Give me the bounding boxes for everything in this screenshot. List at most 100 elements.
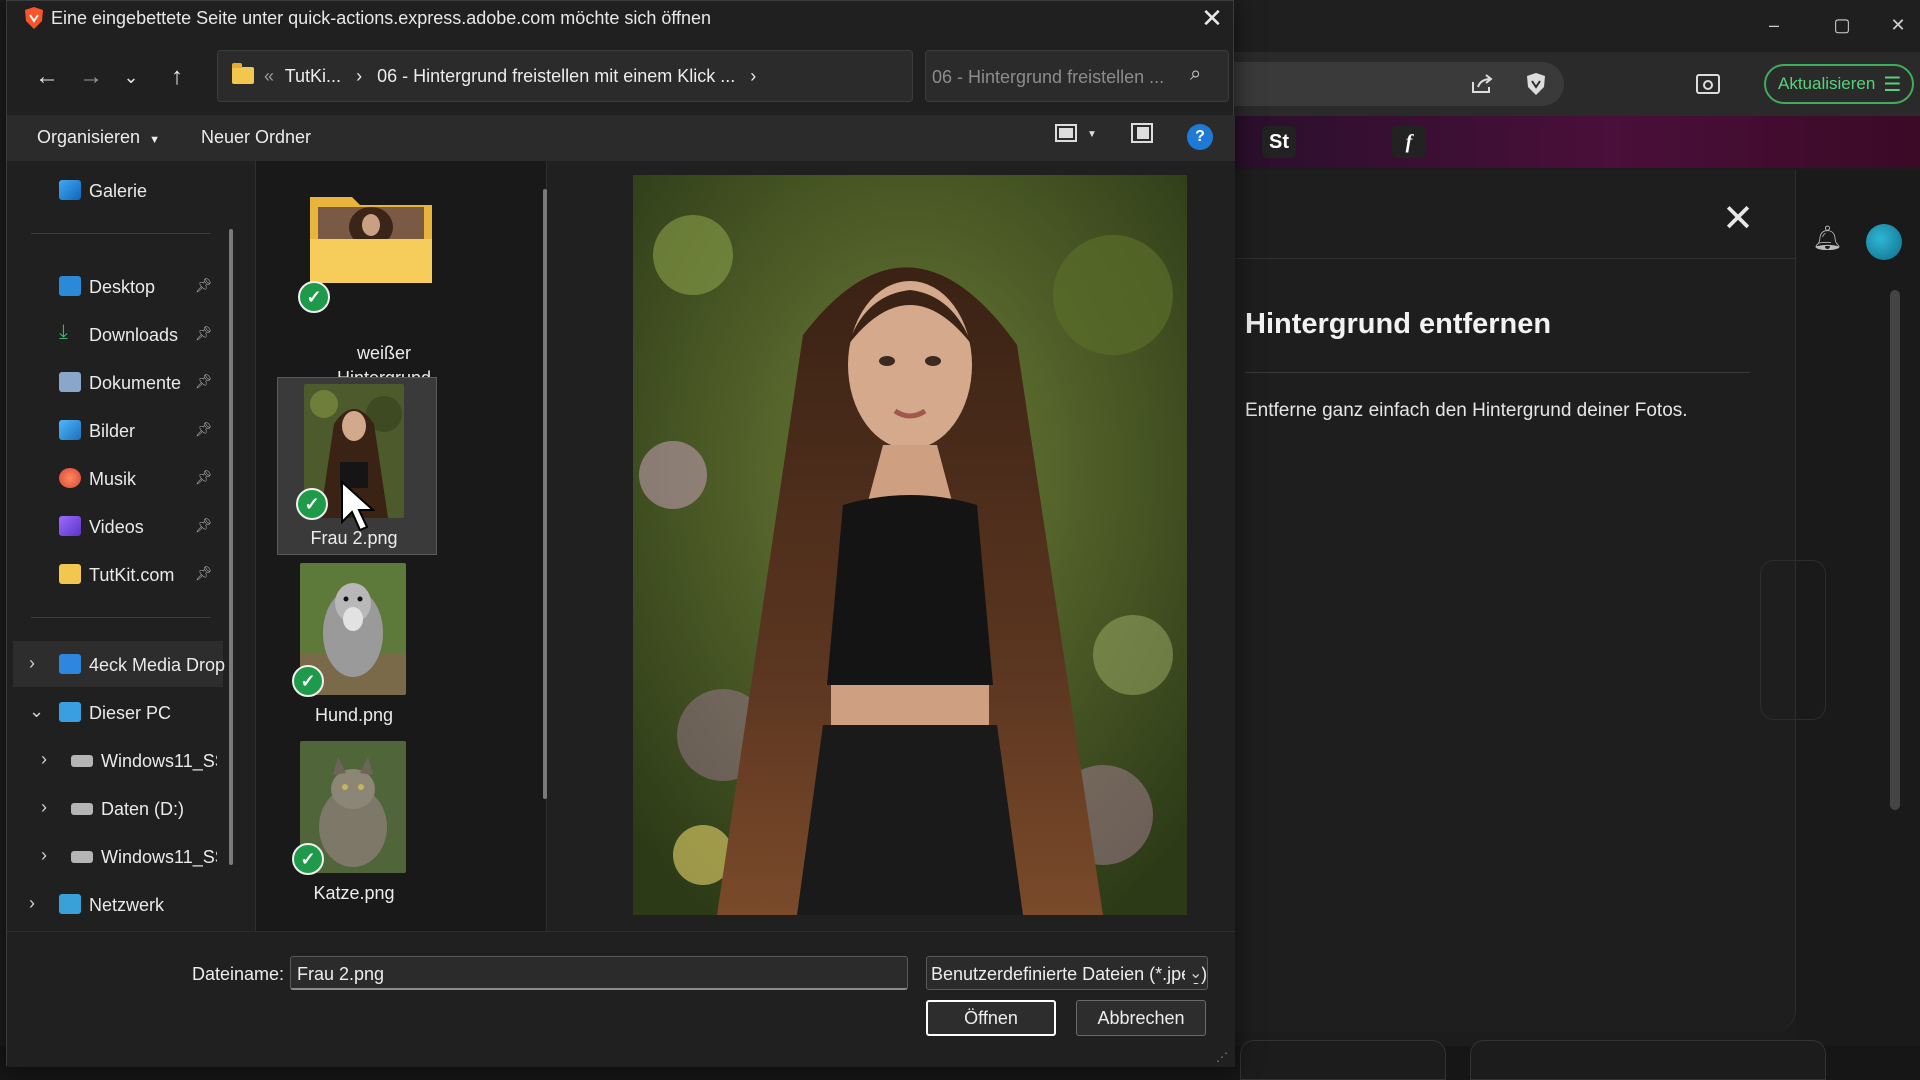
back-arrow-icon[interactable]: ← [29, 59, 65, 95]
nav-label: Galerie [89, 181, 148, 201]
music-icon [59, 468, 81, 488]
brave-shield-icon[interactable] [1518, 66, 1554, 102]
nav-item-downloads[interactable]: ⤓ Downloads 📌︎ [7, 313, 227, 357]
divider [31, 233, 211, 234]
sync-check-icon: ✓ [292, 665, 324, 697]
file-open-dialog: Eine eingebettete Seite unter quick-acti… [6, 0, 1235, 1067]
nav-item-daten-d[interactable]: › Daten (D:) [19, 787, 239, 831]
nav-label: Dieser PC [89, 703, 172, 723]
breadcrumb-path: « TutKi... › 06 - Hintergrund freistelle… [264, 66, 766, 87]
nav-label: Downloads [89, 325, 179, 345]
page-scrollbar[interactable] [1890, 290, 1900, 810]
share-icon[interactable] [1464, 66, 1500, 102]
open-button[interactable]: Öffnen [926, 1000, 1056, 1036]
maximize-icon[interactable]: ▢ [1822, 10, 1862, 40]
nav-label: Windows11_SSD [101, 847, 217, 867]
up-arrow-icon[interactable]: ↑ [159, 59, 195, 95]
nav-item-galerie[interactable]: Galerie [7, 169, 227, 213]
nav-label: Netzwerk [89, 895, 165, 915]
breadcrumb[interactable]: « TutKi... › 06 - Hintergrund freistelle… [217, 50, 1098, 102]
bell-icon[interactable]: 🔔︎ [1812, 224, 1842, 253]
sidebar-toggle-icon[interactable] [1690, 66, 1726, 102]
browser-titlebar: – ▢ ✕ [1234, 0, 1920, 52]
nav-item-videos[interactable]: Videos 📌︎ [7, 505, 227, 549]
breadcrumb-item[interactable]: TutKi... [285, 66, 341, 86]
sync-check-icon: ✓ [298, 281, 330, 313]
close-window-icon[interactable]: ✕ [1878, 10, 1918, 40]
nav-label: Musik [89, 469, 137, 489]
view-dropdown-icon[interactable]: ▼ [1087, 129, 1097, 140]
nav-item-desktop[interactable]: Desktop 📌︎ [7, 265, 227, 309]
chevron-right-icon[interactable]: › [29, 893, 35, 914]
videos-icon [59, 516, 81, 536]
nav-item-tutkit[interactable]: TutKit.com 📌︎ [7, 553, 227, 597]
dialog-titlebar: Eine eingebettete Seite unter quick-acti… [7, 1, 1235, 35]
nav-scrollbar[interactable] [229, 229, 233, 865]
breadcrumb-separator[interactable]: › [750, 66, 756, 86]
list-item[interactable]: ✓ Katze.png [276, 739, 436, 915]
nav-label: Desktop [89, 277, 156, 297]
help-icon[interactable]: ? [1187, 124, 1213, 150]
pictures-icon [59, 420, 81, 440]
chevron-down-icon[interactable]: ⌄ [29, 701, 44, 722]
close-icon[interactable]: ✕ [1189, 1, 1235, 35]
search-input[interactable]: 06 - Hintergrund freistellen ... ⌕ [925, 50, 1229, 102]
address-bar[interactable] [1234, 62, 1564, 106]
breadcrumb-separator[interactable]: › [356, 66, 362, 86]
pin-icon: 📌︎ [195, 517, 213, 533]
nav-label: Videos [89, 517, 144, 537]
bookmark-stock-icon[interactable]: St [1262, 126, 1296, 158]
list-item[interactable]: ✓ weißer Hintergrund [276, 185, 436, 388]
chevron-right-icon[interactable]: › [41, 749, 47, 770]
divider [1234, 258, 1796, 259]
avatar[interactable] [1866, 224, 1902, 260]
search-icon[interactable]: ⌕ [1190, 63, 1201, 86]
filename-field[interactable]: Frau 2.png ⌄ [290, 956, 1190, 990]
nav-item-musik[interactable]: Musik 📌︎ [7, 457, 227, 501]
nav-item-netzwerk[interactable]: › Netzwerk [7, 883, 227, 927]
resize-grip-icon[interactable]: ⋰ [1216, 1050, 1228, 1064]
pin-icon: 📌︎ [195, 565, 213, 581]
panel-close-icon[interactable]: ✕ [1714, 194, 1762, 242]
documents-icon [59, 372, 81, 392]
nav-item-dieser-pc[interactable]: ⌄ Dieser PC [7, 691, 227, 735]
pin-icon: 📌︎ [195, 373, 213, 389]
cancel-button[interactable]: Abbrechen [1076, 1000, 1206, 1036]
file-name: Katze.png [313, 883, 395, 903]
chevron-right-icon[interactable]: › [29, 653, 35, 674]
view-options-icon[interactable] [1055, 123, 1077, 149]
nav-item-4eck-media[interactable]: › 4eck Media Drop [7, 643, 227, 687]
divider [31, 617, 211, 618]
pin-icon: 📌︎ [195, 421, 213, 437]
nav-item-windows11-ssd-2[interactable]: › Windows11_SSD [19, 835, 239, 879]
pin-icon: 📌︎ [195, 325, 213, 341]
minimize-icon[interactable]: – [1754, 10, 1794, 40]
bookmark-fonts-icon[interactable]: f [1392, 126, 1426, 158]
organize-menu[interactable]: Organisieren ▼ [37, 127, 160, 148]
chevron-right-icon[interactable]: › [41, 797, 47, 818]
pin-icon: 📌︎ [195, 469, 213, 485]
navigation-row: ← → ⌄ ↑ « TutKi... › 06 - Hintergrund fr… [7, 45, 1235, 107]
filetype-select[interactable]: Benutzerdefinierte Dateien (*.jpeg) ⌄ [926, 956, 1208, 990]
search-placeholder: 06 - Hintergrund freistellen ... [932, 67, 1165, 87]
drive-icon [71, 755, 93, 767]
list-item[interactable]: ✓ Hund.png [276, 561, 436, 731]
nav-label: TutKit.com [89, 565, 175, 585]
dropdown-arrow-icon: ▼ [149, 134, 160, 146]
dropbox-icon [59, 654, 81, 674]
chevron-right-icon[interactable]: › [41, 845, 47, 866]
forward-arrow-icon[interactable]: → [73, 59, 109, 95]
nav-item-windows11-ssd[interactable]: › Windows11_SSD [19, 739, 239, 783]
nav-item-bilder[interactable]: Bilder 📌︎ [7, 409, 227, 453]
breadcrumb-item[interactable]: 06 - Hintergrund freistellen mit einem K… [377, 66, 735, 86]
new-folder-button[interactable]: Neuer Ordner [201, 127, 311, 148]
recent-locations-chevron-icon[interactable]: ⌄ [113, 59, 149, 95]
preview-pane-icon[interactable] [1131, 123, 1153, 149]
file-list-scrollbar[interactable] [543, 189, 547, 799]
network-icon [59, 894, 81, 914]
sync-check-icon: ✓ [292, 843, 324, 875]
chevron-down-icon[interactable]: ⌄ [1185, 963, 1203, 983]
panel-description: Entferne ganz einfach den Hintergrund de… [1245, 400, 1688, 421]
update-button[interactable]: Aktualisieren ☰ [1764, 64, 1914, 104]
nav-item-dokumente[interactable]: Dokumente 📌︎ [7, 361, 227, 405]
